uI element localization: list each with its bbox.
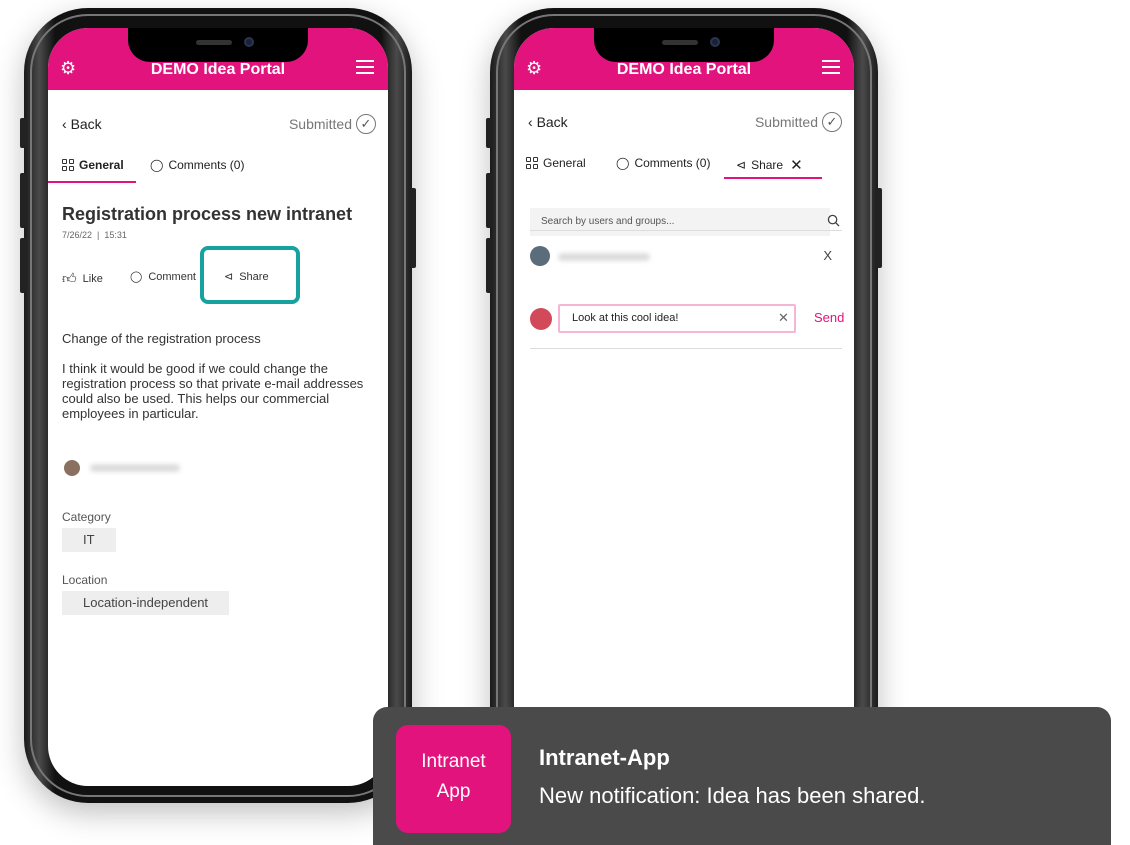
left-screen: ⚙ DEMO Idea Portal ‹ Back Submitted ✓ Gen…	[48, 28, 388, 786]
camera-icon	[710, 37, 720, 47]
like-label: Like	[82, 272, 103, 285]
back-label: Back	[536, 114, 568, 130]
phone-volume-down-button	[486, 238, 492, 293]
comment-icon: ◯	[150, 158, 164, 172]
app-header: ⚙ DEMO Idea Portal	[48, 28, 388, 90]
user-avatar	[530, 308, 552, 330]
phone-volume-up-button	[486, 173, 492, 228]
phone-power-button	[410, 188, 416, 268]
thumbs-up-icon: 👍︎	[62, 270, 77, 286]
active-tab-indicator	[48, 181, 136, 183]
time-value: 15:31	[104, 230, 127, 240]
phone-notch	[594, 28, 774, 62]
divider	[530, 348, 842, 349]
location-label: Location	[62, 573, 108, 587]
tab-general[interactable]: General	[526, 156, 586, 170]
app-title: DEMO Idea Portal	[150, 61, 286, 78]
location-chip: Location-independent	[62, 591, 230, 615]
idea-summary: Change of the registration process	[62, 331, 261, 346]
phone-mute-button	[20, 118, 26, 148]
app-header: ⚙ DEMO Idea Portal	[514, 28, 854, 90]
phone-notch	[128, 28, 308, 62]
divider	[530, 230, 842, 231]
status-badge: Submitted ✓	[755, 112, 842, 132]
hamburger-menu-icon[interactable]	[822, 60, 840, 78]
comment-icon: ◯	[616, 156, 630, 170]
tab-comments[interactable]: ◯ Comments (0)	[616, 156, 710, 170]
search-icon[interactable]	[827, 214, 840, 227]
phone-mute-button	[486, 118, 492, 148]
tab-general-label: General	[543, 156, 586, 170]
search-input[interactable]: Search by users and groups...	[530, 208, 830, 236]
share-icon: ⊲	[736, 158, 747, 172]
status-label: Submitted	[754, 114, 818, 130]
tab-share-label: Share	[751, 158, 784, 172]
app-title: DEMO Idea Portal	[616, 61, 752, 78]
idea-title: Registration process new intranet	[62, 204, 353, 224]
tab-comments-label: Comments (0)	[634, 156, 711, 170]
grid-icon	[526, 157, 538, 169]
tab-share[interactable]: ⊲ Share ✕	[736, 156, 803, 174]
date-value: 7/26/22	[62, 230, 93, 240]
phone-left: ⚙ DEMO Idea Portal ‹ Back Submitted ✓ Gen…	[20, 8, 416, 803]
hamburger-menu-icon[interactable]	[356, 60, 374, 78]
chevron-left-icon: ‹	[62, 116, 71, 132]
camera-icon	[244, 37, 254, 47]
phone-power-button	[876, 188, 882, 268]
phone-volume-up-button	[20, 173, 26, 228]
send-button[interactable]: Send	[814, 310, 844, 325]
intranet-app-icon: Intranet App	[396, 725, 511, 833]
status-badge: Submitted ✓	[289, 114, 376, 134]
tab-comments[interactable]: ◯ Comments (0)	[150, 158, 244, 172]
check-circle-icon: ✓	[356, 114, 376, 134]
check-circle-icon: ✓	[822, 112, 842, 132]
author-avatar	[64, 460, 80, 476]
phone-right: ⚙ DEMO Idea Portal ‹ Back Submitted ✓ Gen…	[486, 8, 882, 803]
chevron-left-icon: ‹	[528, 114, 537, 130]
back-button[interactable]: ‹ Back	[62, 116, 102, 132]
tab-general-label: General	[79, 158, 124, 172]
back-button[interactable]: ‹ Back	[528, 114, 568, 130]
category-label: Category	[62, 510, 111, 524]
remove-recipient-button[interactable]: X	[823, 248, 832, 263]
message-input[interactable]: Look at this cool idea!	[558, 304, 796, 333]
right-screen: ⚙ DEMO Idea Portal ‹ Back Submitted ✓ Gen…	[514, 28, 854, 786]
comment-label: Comment	[148, 270, 196, 283]
author-name-blurred	[90, 464, 180, 472]
close-icon[interactable]: ✕	[790, 156, 803, 174]
recipient-avatar	[530, 246, 550, 266]
phone-volume-down-button	[20, 238, 26, 293]
back-label: Back	[70, 116, 102, 132]
category-chip: IT	[62, 528, 116, 552]
idea-description: I think it would be good if we could cha…	[62, 361, 364, 421]
share-highlight-box	[200, 246, 300, 304]
notification-message: New notification: Idea has been shared.	[539, 783, 926, 808]
tab-general[interactable]: General	[62, 158, 124, 172]
app-icon-label-1: Intranet	[421, 751, 486, 772]
notification-title: Intranet-App	[539, 745, 670, 770]
recipient-name-blurred	[558, 253, 650, 261]
notification-toast[interactable]: Intranet App Intranet-App New notificati…	[373, 707, 1111, 845]
active-tab-indicator	[724, 177, 822, 179]
grid-icon	[62, 159, 74, 171]
like-button[interactable]: 👍︎ Like	[62, 270, 103, 287]
clear-input-icon[interactable]: ✕	[778, 310, 789, 326]
status-label: Submitted	[288, 116, 352, 132]
comment-button[interactable]: ◯ Comment	[130, 270, 196, 284]
app-icon-label-2: App	[436, 781, 471, 802]
comment-icon: ◯	[130, 271, 143, 283]
tab-comments-label: Comments (0)	[168, 158, 245, 172]
idea-date: 7/26/22 | 15:31	[62, 230, 127, 240]
